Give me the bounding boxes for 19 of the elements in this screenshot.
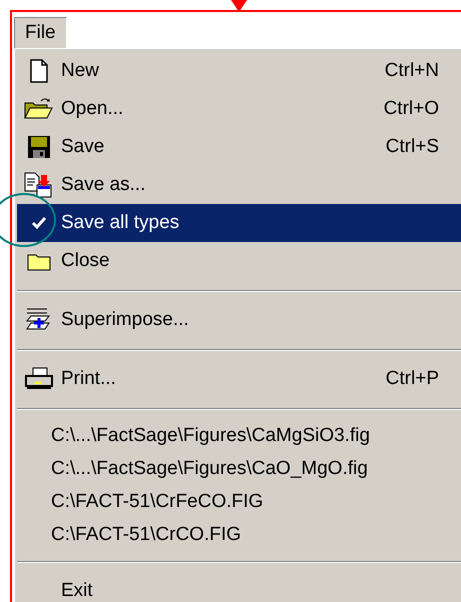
highlight-circle [0,193,56,247]
menu-item[interactable]: Superimpose... [17,301,461,339]
arrow-tip [231,0,247,12]
folder-icon [23,97,55,121]
menu-bar-item[interactable]: File [14,17,67,49]
menu-item[interactable]: Save as... [17,166,461,204]
menu-item[interactable]: Close [17,242,461,280]
recent-file-item[interactable]: C:\...\FactSage\Figures\CaO_MgO.fig [17,452,461,485]
page-icon [28,58,50,84]
menu-item[interactable]: Exit [17,572,461,602]
menu-item[interactable]: Print... Ctrl+P [17,360,461,398]
printer-icon [23,366,55,392]
recent-file-item[interactable]: C:\...\FactSage\Figures\CaMgSiO3.fig [17,419,461,452]
menu-item[interactable]: Open... Ctrl+O [17,90,461,128]
menu-item[interactable]: Save all types [17,204,461,242]
recent-file-item[interactable]: C:\FACT-51\CrFeCO.FIG [17,485,461,518]
recent-file-item[interactable]: C:\FACT-51\CrCO.FIG [17,518,461,551]
menu-item[interactable]: Save Ctrl+S [17,128,461,166]
menu-item[interactable]: New Ctrl+N [17,52,461,90]
